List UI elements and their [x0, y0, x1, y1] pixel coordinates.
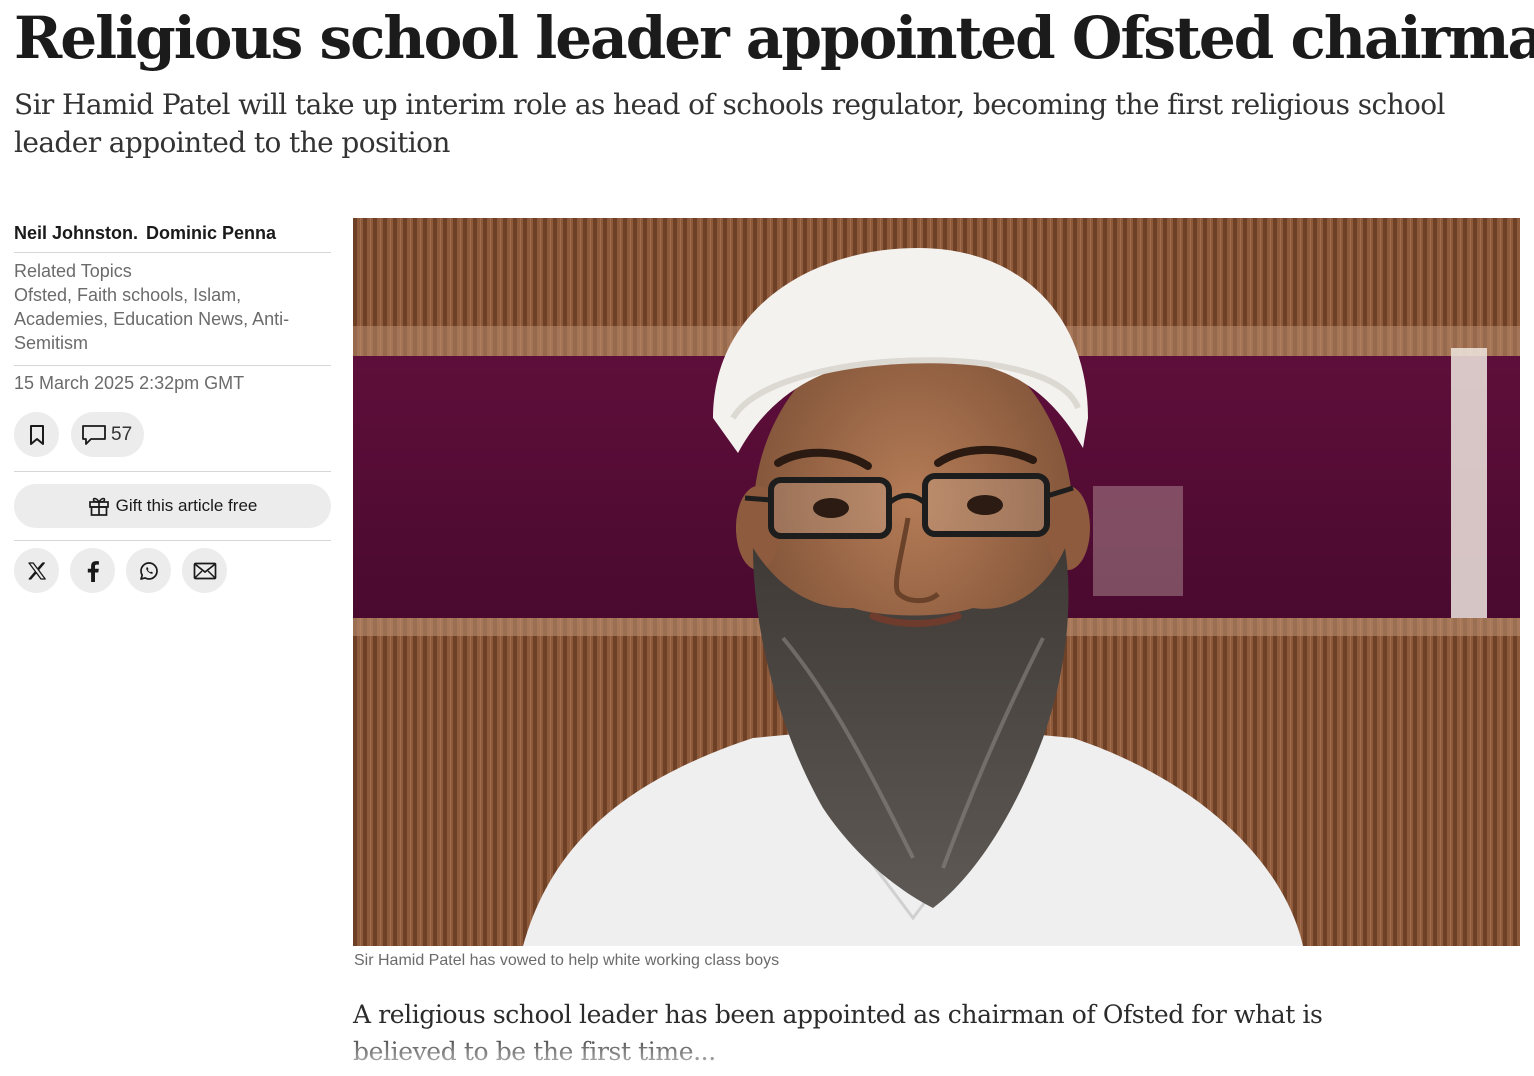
article-photo	[353, 218, 1520, 946]
divider	[14, 540, 331, 541]
photo-caption: Sir Hamid Patel has vowed to help white …	[354, 952, 780, 969]
article-actions: 57	[14, 412, 331, 472]
publish-timestamp: 15 March 2025 2:32pm GMT	[14, 373, 245, 393]
facebook-icon	[87, 560, 99, 582]
topic-link[interactable]: Faith schools	[77, 285, 183, 305]
share-whatsapp-button[interactable]	[126, 548, 171, 593]
related-topics-list: Ofsted, Faith schools, Islam, Academies,…	[14, 285, 290, 353]
byline: Neil Johnston. Dominic Penna	[14, 214, 331, 253]
bookmark-button[interactable]	[14, 412, 59, 457]
paywall-fade	[340, 1030, 1534, 1076]
gift-label: Gift this article free	[115, 496, 258, 515]
gift-article-button[interactable]: Gift this article free	[14, 484, 331, 528]
topic-link[interactable]: Islam	[193, 285, 236, 305]
article-headline: Religious school leader appointed Ofsted…	[14, 4, 1534, 72]
article-sidebar: Neil Johnston. Dominic Penna Related Top…	[14, 214, 331, 593]
whatsapp-icon	[139, 561, 158, 580]
author-link[interactable]: Neil Johnston.	[14, 223, 138, 244]
gift-icon	[88, 497, 109, 516]
share-facebook-button[interactable]	[70, 548, 115, 593]
comment-count: 57	[111, 423, 133, 445]
comment-icon	[82, 424, 106, 445]
topic-link[interactable]: Academies	[14, 309, 103, 329]
portrait-illustration	[353, 218, 1520, 946]
related-topics: Related Topics Ofsted, Faith schools, Is…	[14, 253, 331, 366]
author-link[interactable]: Dominic Penna	[146, 223, 276, 244]
comments-button[interactable]: 57	[71, 412, 145, 457]
email-icon	[193, 562, 216, 579]
x-icon	[27, 561, 46, 580]
related-topics-heading: Related Topics	[14, 261, 132, 281]
share-email-button[interactable]	[182, 548, 227, 593]
share-buttons	[14, 548, 331, 593]
topic-link[interactable]: Education News	[113, 309, 243, 329]
bookmark-icon	[29, 424, 44, 445]
topic-link[interactable]: Ofsted	[14, 285, 67, 305]
article-standfirst: Sir Hamid Patel will take up interim rol…	[14, 88, 1446, 159]
share-x-button[interactable]	[14, 548, 59, 593]
